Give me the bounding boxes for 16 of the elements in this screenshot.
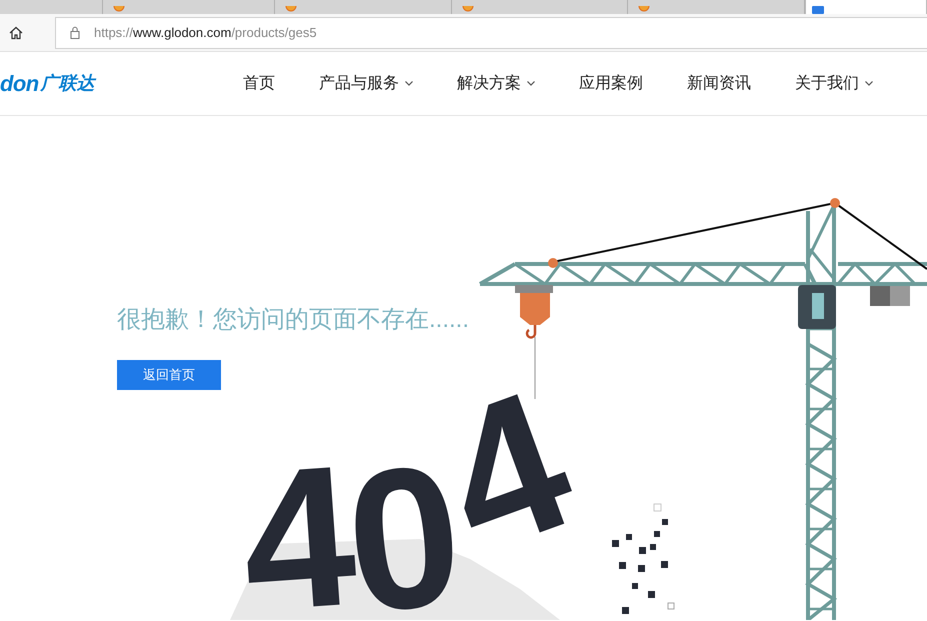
nav-link[interactable]: 新闻资讯 [687,72,751,96]
nav-link[interactable]: 解决方案 [457,72,535,96]
lock-icon [70,26,80,39]
nav-link[interactable]: 产品与服务 [319,72,413,96]
nav-link[interactable]: 应用案例 [579,72,643,96]
logo-text[interactable]: 广联达 [40,70,95,97]
url-text: https://www.glodon.com/products/ges5 [94,24,317,42]
nav-link[interactable]: 关于我们 [795,72,873,96]
error-message: 很抱歉！您访问的页面不存在...... [117,305,470,335]
error-code: 404 [235,348,598,620]
logo-text[interactable]: don [0,67,39,100]
home-icon[interactable] [9,26,23,40]
address-bar[interactable]: https://www.glodon.com/products/ges5 [55,16,927,48]
back-home-button[interactable]: 返回首页 [117,360,221,390]
browser-tab[interactable] [805,0,927,14]
nav-link[interactable]: 首页 [243,72,275,96]
